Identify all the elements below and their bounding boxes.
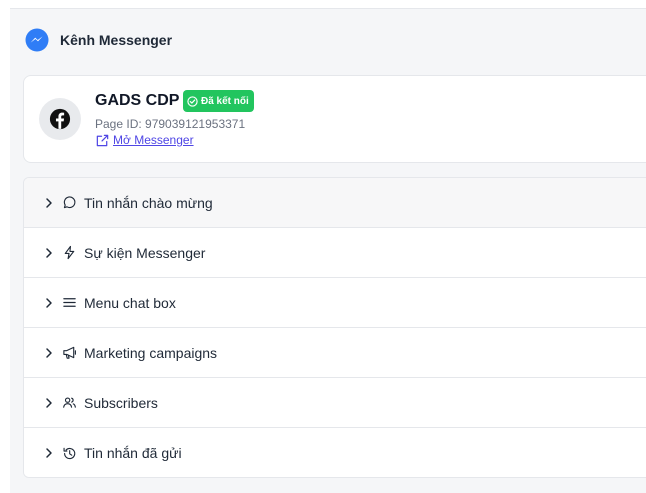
check-circle-icon: [187, 95, 198, 107]
lightning-icon: [64, 245, 75, 260]
page-name: GADS CDP: [95, 92, 180, 109]
status-badge-label: Đã kết nối: [201, 95, 249, 107]
chevron-right-icon: [46, 197, 52, 208]
connected-page-card: GADS CDP Đã kết nối Page ID: 97903912195…: [23, 75, 646, 163]
messenger-channel-panel: Kênh Messenger GADS CDP Đã kết nối Page …: [10, 8, 646, 493]
page-avatar: [39, 98, 81, 140]
section-welcome-messages[interactable]: Tin nhắn chào mừng: [24, 178, 646, 228]
menu-icon: [63, 298, 76, 307]
section-label: Subscribers: [84, 394, 158, 411]
message-circle-icon: [63, 196, 76, 209]
open-messenger-label: Mở Messenger: [113, 133, 194, 147]
section-label: Menu chat box: [84, 294, 176, 311]
chevron-right-icon: [46, 247, 52, 258]
chevron-right-icon: [46, 397, 52, 408]
section-chat-menu[interactable]: Menu chat box: [24, 278, 646, 328]
channel-title: Kênh Messenger: [60, 32, 173, 48]
section-messenger-events[interactable]: Sự kiện Messenger: [24, 228, 646, 278]
page-id: Page ID: 979039121953371: [95, 117, 246, 131]
history-icon: [63, 447, 76, 459]
chevron-right-icon: [46, 448, 52, 458]
chevron-right-icon: [46, 347, 52, 358]
messenger-icon: [25, 28, 49, 52]
section-label: Sự kiện Messenger: [84, 244, 206, 261]
section-label: Marketing campaigns: [84, 344, 218, 361]
section-sent-messages[interactable]: Tin nhắn đã gửi: [24, 428, 646, 477]
status-badge: Đã kết nối: [183, 90, 254, 112]
open-messenger-link[interactable]: Mở Messenger: [95, 132, 194, 148]
facebook-icon: [49, 108, 71, 130]
section-marketing-campaigns[interactable]: Marketing campaigns: [24, 328, 646, 378]
external-link-icon: [96, 134, 109, 146]
section-subscribers[interactable]: Subscribers: [24, 378, 646, 428]
section-label: Tin nhắn đã gửi: [84, 445, 182, 461]
users-icon: [63, 397, 76, 408]
section-label: Tin nhắn chào mừng: [84, 194, 213, 211]
channel-header: Kênh Messenger: [25, 26, 172, 54]
megaphone-icon: [63, 346, 76, 359]
settings-accordion: Tin nhắn chào mừng Sự kiện Messenger Men…: [23, 177, 646, 478]
chevron-right-icon: [46, 297, 52, 308]
